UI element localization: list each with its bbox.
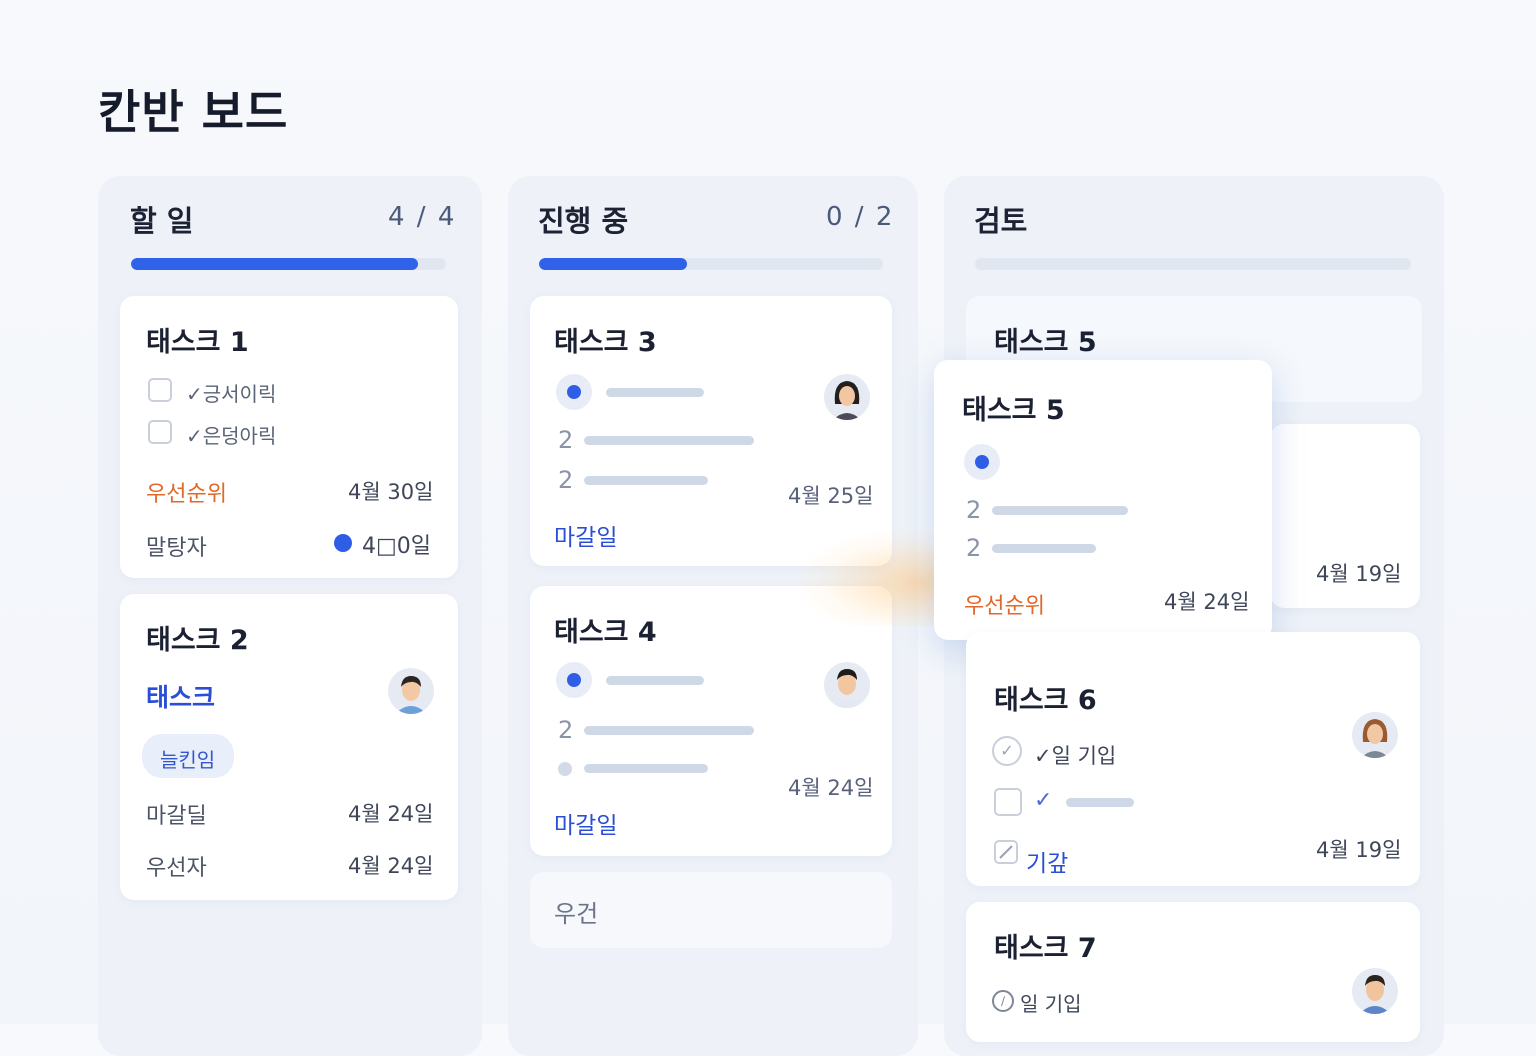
column-title-review: 검토	[974, 204, 1028, 238]
avatar-icon	[1352, 968, 1398, 1014]
task-title: 태스크 5	[962, 395, 1065, 426]
check-circle-icon[interactable]: ✓	[992, 736, 1022, 766]
avatar-man-icon	[1352, 968, 1398, 1014]
column-title-in-progress: 진행 중	[538, 204, 629, 238]
task-card-1[interactable]: 태스크 1 ✓긍서이릭 ✓은덩아릭 우선순위 4월 30일 말탕자 4□0일	[120, 296, 458, 578]
task-title: 태스크 1	[146, 327, 249, 358]
due-date: 4월 24일	[348, 802, 434, 826]
deadline-link[interactable]: 마갈일	[554, 518, 617, 552]
deadline-link[interactable]: 마갈일	[554, 806, 617, 840]
task-link[interactable]: 기갚	[1026, 844, 1068, 878]
due-date: 4월 24일	[788, 776, 874, 800]
task-card-4[interactable]: 태스크 4 2 4월 24일 마갈일	[530, 586, 892, 856]
due-date: 4월 24일	[1164, 590, 1250, 614]
column-title-todo: 할 일	[130, 204, 194, 238]
tag-pill[interactable]: 늘킨임	[142, 734, 234, 778]
progress-bar-review	[975, 258, 1411, 270]
task-subtitle-link[interactable]: 태스크	[146, 678, 215, 714]
assignee-date: 4□0일	[362, 534, 432, 559]
priority-date: 4월 30일	[348, 480, 434, 504]
progress-fill-todo	[131, 258, 418, 270]
checklist-item: 일 기입	[1020, 992, 1082, 1016]
check-circle-icon[interactable]: ∕	[992, 990, 1014, 1012]
column-count-in-progress: 0 / 2	[826, 202, 895, 232]
placeholder-bar	[584, 476, 708, 485]
task-title: 태스크 7	[994, 933, 1097, 964]
small-dot-icon	[558, 762, 572, 776]
add-card-button[interactable]: 우건	[530, 872, 892, 948]
avatar-icon	[824, 374, 870, 420]
task-title: 태스크 5	[994, 327, 1097, 358]
avatar-woman-icon	[824, 374, 870, 420]
due-label: 마갈딜	[146, 804, 207, 829]
page-title: 칸반 보드	[98, 85, 289, 139]
priority-label: 우선순위	[964, 594, 1045, 619]
owner-date: 4월 24일	[348, 854, 434, 878]
task-card-5-back[interactable]: 4월 19일	[1270, 424, 1420, 608]
avatar-man-icon	[824, 662, 870, 708]
count-number: 2	[966, 496, 982, 524]
placeholder-bar	[606, 388, 704, 397]
task-title: 태스크 6	[994, 685, 1097, 716]
placeholder-bar	[584, 764, 708, 773]
task-card-3[interactable]: 태스크 3 2 2 4월 25일 마갈일	[530, 296, 892, 566]
count-number: 2	[558, 716, 574, 744]
due-date: 4월 19일	[1316, 562, 1402, 586]
tag-label: 늘킨임	[160, 748, 216, 772]
due-date: 4월 25일	[788, 484, 874, 508]
avatar-icon	[824, 662, 870, 708]
placeholder-bar	[1066, 798, 1134, 807]
dot-icon	[964, 444, 1000, 480]
count-number: 2	[966, 534, 982, 562]
progress-bar-todo	[131, 258, 446, 270]
checkbox-icon[interactable]	[148, 378, 172, 402]
column-count-todo: 4 / 4	[388, 202, 457, 232]
add-card-label: 우건	[554, 900, 599, 928]
drag-trail-glow	[800, 530, 950, 626]
avatar-icon	[388, 668, 434, 714]
task-title: 태스크 2	[146, 625, 249, 656]
count-number: 2	[558, 426, 574, 454]
owner-label: 우선자	[146, 856, 207, 881]
task-card-5-dragging[interactable]: 태스크 5 2 2 우선순위 4월 24일	[934, 360, 1272, 640]
task-card-2[interactable]: 태스크 2 태스크 늘킨임 마갈딜 4월 24일 우선자 4월 24일	[120, 594, 458, 900]
task-card-7[interactable]: 태스크 7 ∕ 일 기입	[966, 902, 1420, 1042]
checklist-item: ✓은덩아릭	[186, 424, 277, 448]
status-dot-icon	[334, 534, 352, 552]
placeholder-bar	[992, 506, 1128, 515]
assignee-label: 말탕자	[146, 536, 207, 561]
checkbox-icon[interactable]	[994, 788, 1022, 816]
avatar-icon	[1352, 712, 1398, 758]
checkbox-icon[interactable]	[148, 420, 172, 444]
placeholder-bar	[584, 726, 754, 735]
task-card-6[interactable]: 태스크 6 ✓ ✓일 기입 ✓ 기갚 4월 19일	[966, 632, 1420, 886]
task-title: 태스크 4	[554, 617, 657, 648]
edit-pen-icon	[999, 845, 1013, 859]
due-date: 4월 19일	[1316, 838, 1402, 862]
checklist-item: ✓긍서이릭	[186, 382, 277, 406]
checklist-item: ✓일 기입	[1034, 744, 1117, 768]
progress-fill-in-progress	[539, 258, 687, 270]
task-title: 태스크 3	[554, 327, 657, 358]
edit-icon[interactable]	[994, 840, 1018, 864]
priority-label: 우선순위	[146, 482, 227, 507]
check-icon: ✓	[1034, 788, 1053, 813]
avatar-man-icon	[388, 668, 434, 714]
placeholder-bar	[606, 676, 704, 685]
count-number: 2	[558, 466, 574, 494]
avatar-woman-icon	[1352, 712, 1398, 758]
placeholder-bar	[992, 544, 1096, 553]
progress-bar-in-progress	[539, 258, 883, 270]
dot-icon	[556, 374, 592, 410]
placeholder-bar	[584, 436, 754, 445]
dot-icon	[556, 662, 592, 698]
